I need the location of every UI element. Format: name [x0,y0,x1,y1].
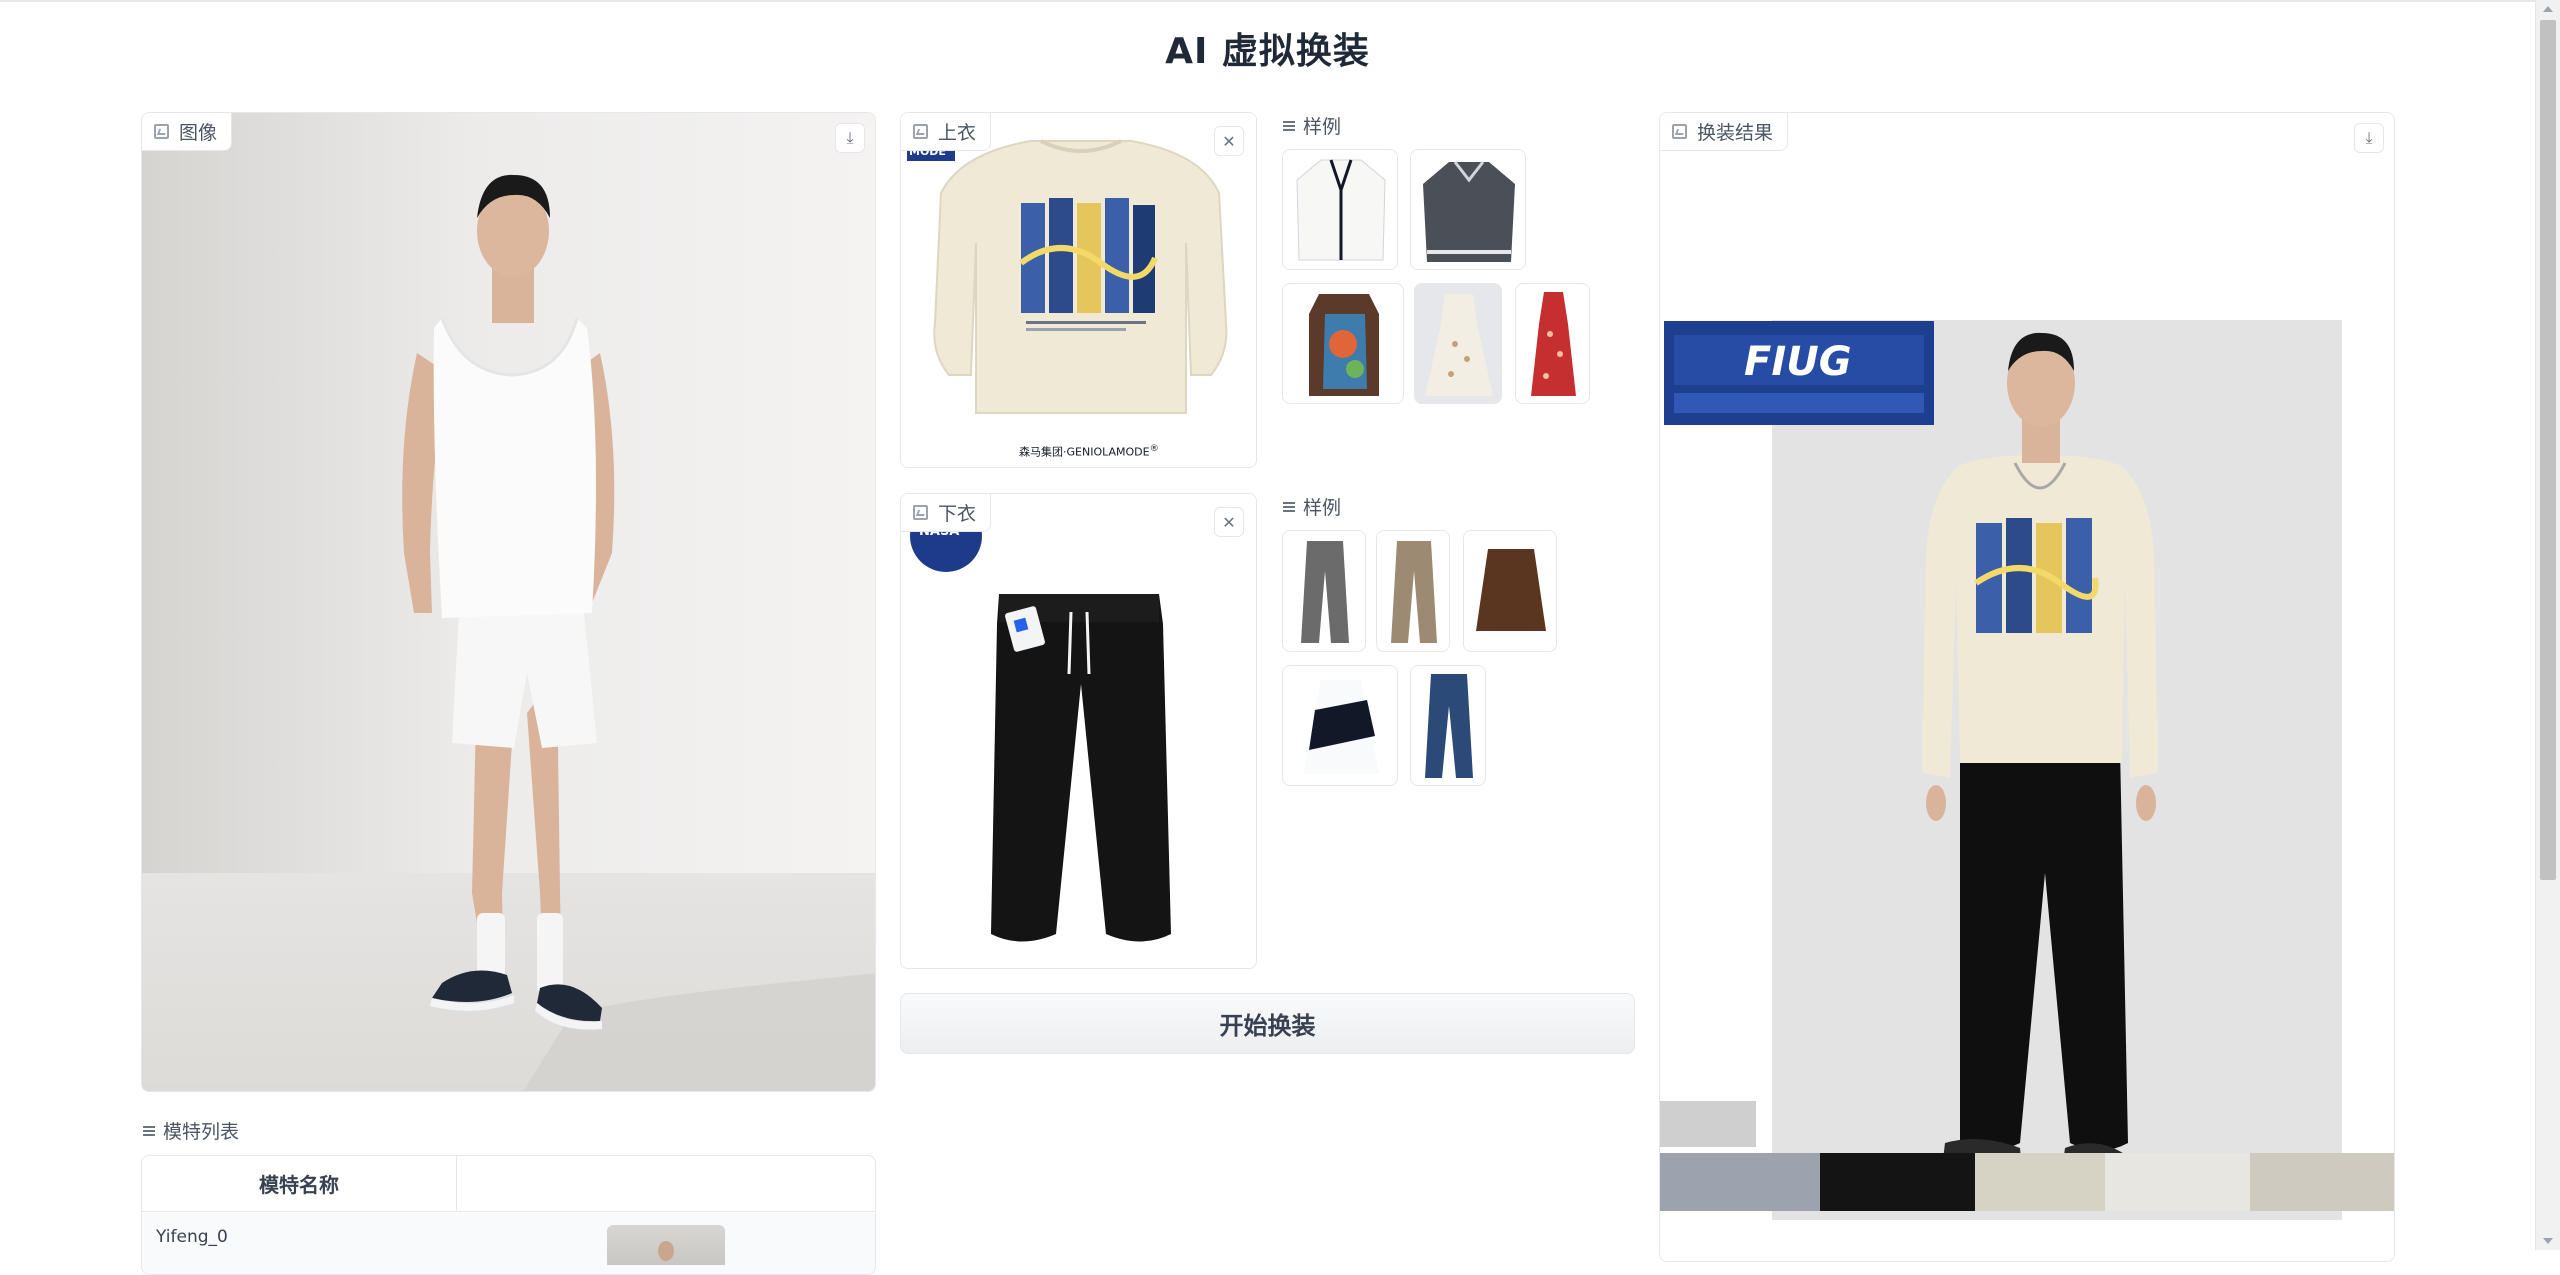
top-example-3[interactable] [1282,283,1404,404]
image-icon [1672,124,1687,139]
top-garment-brand-name: 森马集团·GENIOLAMODE [1019,445,1150,459]
image-icon [913,124,928,139]
printed-vest-thumb [1309,294,1379,396]
list-icon [1283,501,1295,513]
khaki-trousers-thumb [1391,541,1437,643]
model-list-table: 模特名称 Yifeng_0 [141,1155,876,1275]
result-photo [1660,113,2394,1261]
top-garment-brand: 森马集团·GENIOLAMODE® [1019,443,1159,460]
clear-button[interactable]: ✕ [1214,507,1244,537]
model-thumbnail [607,1225,725,1265]
sweatshirt-image [901,113,1256,467]
bottom-example-4[interactable] [1282,665,1398,786]
download-button[interactable]: ⤓ [2354,123,2384,153]
grey-polo-thumb [1423,161,1515,262]
bottom-example-1[interactable] [1282,530,1366,652]
bottom-examples-label-text: 样例 [1303,497,1342,519]
scroll-up-icon[interactable] [2543,6,2553,12]
column-header-name[interactable]: 模特名称 [142,1156,457,1212]
top-example-1[interactable] [1282,149,1398,270]
jeans-thumb [1425,674,1473,778]
trademark-icon: ® [1149,443,1159,454]
model-image-label: 图像 [142,113,233,151]
image-icon [913,505,928,520]
bottom-example-5[interactable] [1410,665,1486,786]
table-row[interactable]: Yifeng_0 [142,1213,875,1274]
start-tryon-button[interactable]: 开始换装 [900,993,1635,1054]
result-panel[interactable]: 换装结果 ⤓ FIUG [1659,112,2395,1262]
clear-button[interactable]: ✕ [1214,126,1244,156]
column-header-preview[interactable] [457,1156,875,1212]
leather-skirt-thumb [1476,549,1546,631]
model-list-label-text: 模特列表 [163,1121,240,1143]
page-scrollbar[interactable] [2535,0,2560,1250]
model-list-label: 模特列表 [143,1117,239,1144]
list-icon [143,1125,155,1137]
bottom-garment-label: 下衣 [901,494,992,532]
top-example-5[interactable] [1515,283,1590,404]
top-examples-label: 样例 [1283,112,1341,139]
download-icon: ⤓ [2365,128,2373,147]
top-garment-panel[interactable]: 上衣 ✕ MODE 森马集团·GENIOLAMODE® [900,112,1257,468]
page-title: AI 虚拟换装 [1165,31,1370,72]
floral-dress-thumb [1425,294,1493,396]
top-garment-label: 上衣 [901,113,992,151]
result-label: 换装结果 [1660,113,1789,151]
model-photo [142,113,875,1091]
result-overlay-text: FIUG [1744,339,1852,385]
top-example-2[interactable] [1410,149,1526,270]
scroll-down-icon[interactable] [2543,1238,2553,1244]
download-icon: ⤓ [846,128,854,147]
scrollbar-thumb[interactable] [2540,20,2556,880]
result-label-text: 换装结果 [1697,122,1774,144]
red-dress-thumb [1531,292,1576,396]
sweatpants-image [901,494,1256,968]
top-divider [0,0,2560,2]
model-thumbnail-head [658,1241,674,1261]
close-icon: ✕ [1222,131,1236,151]
model-name-cell: Yifeng_0 [156,1227,228,1247]
striped-skirt-thumb [1303,680,1379,774]
top-example-4[interactable] [1414,283,1502,404]
download-button[interactable]: ⤓ [835,123,865,153]
top-examples-label-text: 样例 [1303,116,1342,138]
close-icon: ✕ [1222,512,1236,532]
image-icon [154,124,169,139]
bottom-example-2[interactable] [1376,530,1450,652]
bottom-examples-label: 样例 [1283,493,1341,520]
list-icon [1283,120,1295,132]
bottom-example-3[interactable] [1463,530,1557,652]
model-image-panel[interactable]: 图像 ⤓ [141,112,876,1092]
grey-trousers-thumb [1301,541,1349,643]
white-cardigan-thumb [1296,159,1386,261]
bottom-garment-panel[interactable]: 下衣 ✕ NASA [900,493,1257,969]
bottom-garment-label-text: 下衣 [938,503,977,525]
model-image-label-text: 图像 [179,122,218,144]
top-garment-label-text: 上衣 [938,122,977,144]
